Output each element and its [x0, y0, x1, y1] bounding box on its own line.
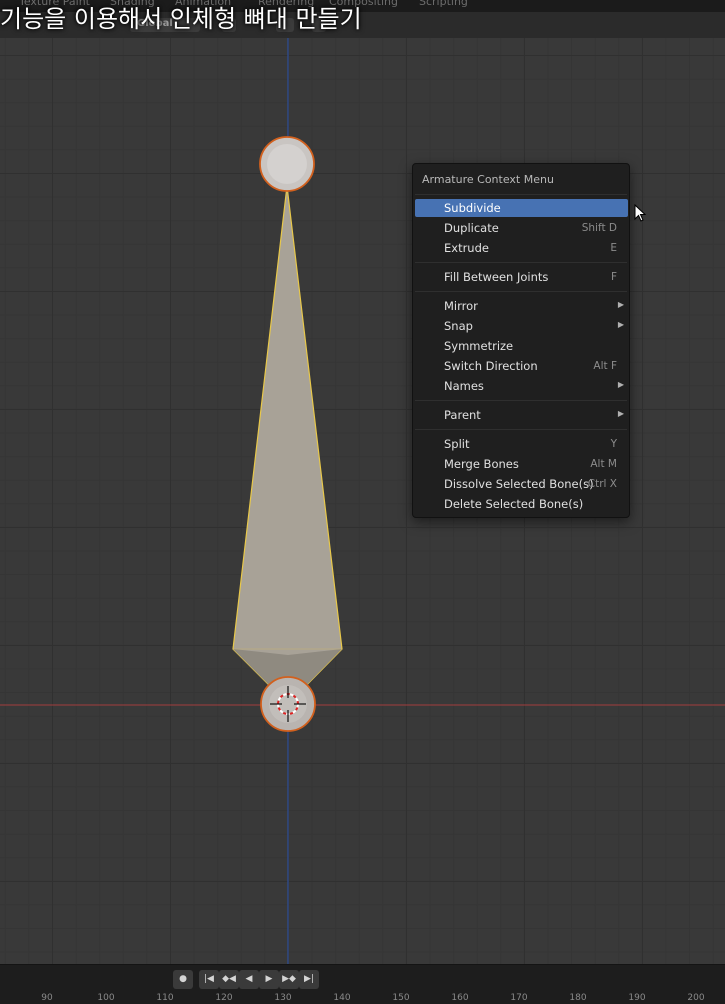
menu-divider	[415, 400, 627, 401]
menu-item-mirror[interactable]: Mirror ▶	[415, 297, 628, 315]
bone-tail-joint[interactable]	[259, 136, 315, 192]
menu-item-label: Dissolve Selected Bone(s)	[444, 477, 594, 491]
workspace-tab[interactable]: Scripting	[419, 0, 468, 8]
menu-divider	[415, 291, 627, 292]
next-keyframe-icon[interactable]: ▶◆	[279, 970, 299, 989]
video-subtitle: 기능을 이용해서 인체형 뼈대 만들기	[0, 5, 362, 33]
submenu-arrow-icon: ▶	[617, 380, 624, 389]
play-reverse-icon[interactable]: ◀	[239, 970, 259, 989]
frame-number: 130	[274, 993, 292, 1003]
menu-item-names[interactable]: Names ▶	[415, 377, 628, 395]
frame-number: 120	[215, 993, 233, 1003]
menu-item-label: Mirror	[444, 299, 478, 313]
menu-item-label: Subdivide	[444, 201, 501, 215]
menu-divider	[415, 429, 627, 430]
mouse-pointer-icon	[634, 204, 646, 222]
submenu-arrow-icon: ▶	[617, 409, 624, 418]
menu-item-snap[interactable]: Snap ▶	[415, 317, 628, 335]
menu-divider	[415, 262, 627, 263]
submenu-arrow-icon: ▶	[617, 300, 624, 309]
frame-ruler[interactable]: 90 100 110 120 130 140 150 160 170 180 1…	[0, 993, 725, 1004]
play-icon[interactable]: ▶	[259, 970, 279, 989]
menu-item-label: Extrude	[444, 241, 489, 255]
menu-item-label: Fill Between Joints	[444, 270, 549, 284]
menu-item-label: Names	[444, 379, 484, 393]
menu-item-label: Snap	[444, 319, 473, 333]
menu-item-symmetrize[interactable]: Symmetrize	[415, 337, 628, 355]
menu-item-merge-bones[interactable]: Merge Bones Alt M	[415, 455, 628, 473]
menu-item-extrude[interactable]: Extrude E	[415, 239, 628, 257]
submenu-arrow-icon: ▶	[617, 320, 624, 329]
frame-number: 100	[97, 993, 115, 1003]
menu-item-shortcut: Shift D	[581, 222, 617, 234]
previous-keyframe-icon[interactable]: ◆◀	[219, 970, 239, 989]
frame-number: 160	[451, 993, 469, 1003]
frame-number: 150	[392, 993, 410, 1003]
menu-item-shortcut: Ctrl X	[587, 478, 617, 490]
menu-item-parent[interactable]: Parent ▶	[415, 406, 628, 424]
timeline-panel: ● |◀ ◆◀ ◀ ▶ ▶◆ ▶| 90 100 110 120 130 140…	[0, 964, 725, 1004]
menu-item-shortcut: Alt F	[593, 360, 617, 372]
jump-to-end-icon[interactable]: ▶|	[299, 970, 319, 989]
menu-item-delete-selected-bones[interactable]: Delete Selected Bone(s)	[415, 495, 628, 513]
frame-number: 200	[687, 993, 705, 1003]
frame-number: 90	[41, 993, 53, 1003]
bone-head-joint[interactable]	[260, 676, 316, 732]
jump-to-start-icon[interactable]: |◀	[199, 970, 219, 989]
frame-number: 170	[510, 993, 528, 1003]
menu-item-shortcut: Alt M	[590, 458, 617, 470]
record-keyframe-icon[interactable]: ●	[173, 970, 193, 989]
menu-item-label: Merge Bones	[444, 457, 519, 471]
menu-item-label: Duplicate	[444, 221, 499, 235]
menu-item-shortcut: E	[610, 242, 617, 254]
armature-context-menu: Armature Context Menu Subdivide Duplicat…	[412, 163, 630, 518]
menu-title: Armature Context Menu	[422, 173, 554, 186]
frame-number: 180	[569, 993, 587, 1003]
frame-number: 190	[628, 993, 646, 1003]
menu-item-label: Delete Selected Bone(s)	[444, 497, 584, 511]
menu-item-shortcut: F	[610, 271, 617, 283]
menu-item-label: Split	[444, 437, 470, 451]
menu-item-label: Switch Direction	[444, 359, 538, 373]
menu-item-label: Parent	[444, 408, 481, 422]
menu-item-split[interactable]: Split Y	[415, 435, 628, 453]
menu-item-dissolve-selected-bones[interactable]: Dissolve Selected Bone(s) Ctrl X	[415, 475, 628, 493]
menu-item-switch-direction[interactable]: Switch Direction Alt F	[415, 357, 628, 375]
armature-bone[interactable]	[232, 185, 343, 705]
menu-item-subdivide[interactable]: Subdivide	[415, 199, 628, 217]
menu-item-label: Symmetrize	[444, 339, 514, 353]
menu-item-fill-between-joints[interactable]: Fill Between Joints F	[415, 268, 628, 286]
frame-number: 140	[333, 993, 351, 1003]
menu-divider	[415, 194, 627, 195]
menu-item-shortcut: Y	[610, 438, 617, 450]
frame-number: 110	[156, 993, 174, 1003]
menu-item-duplicate[interactable]: Duplicate Shift D	[415, 219, 628, 237]
